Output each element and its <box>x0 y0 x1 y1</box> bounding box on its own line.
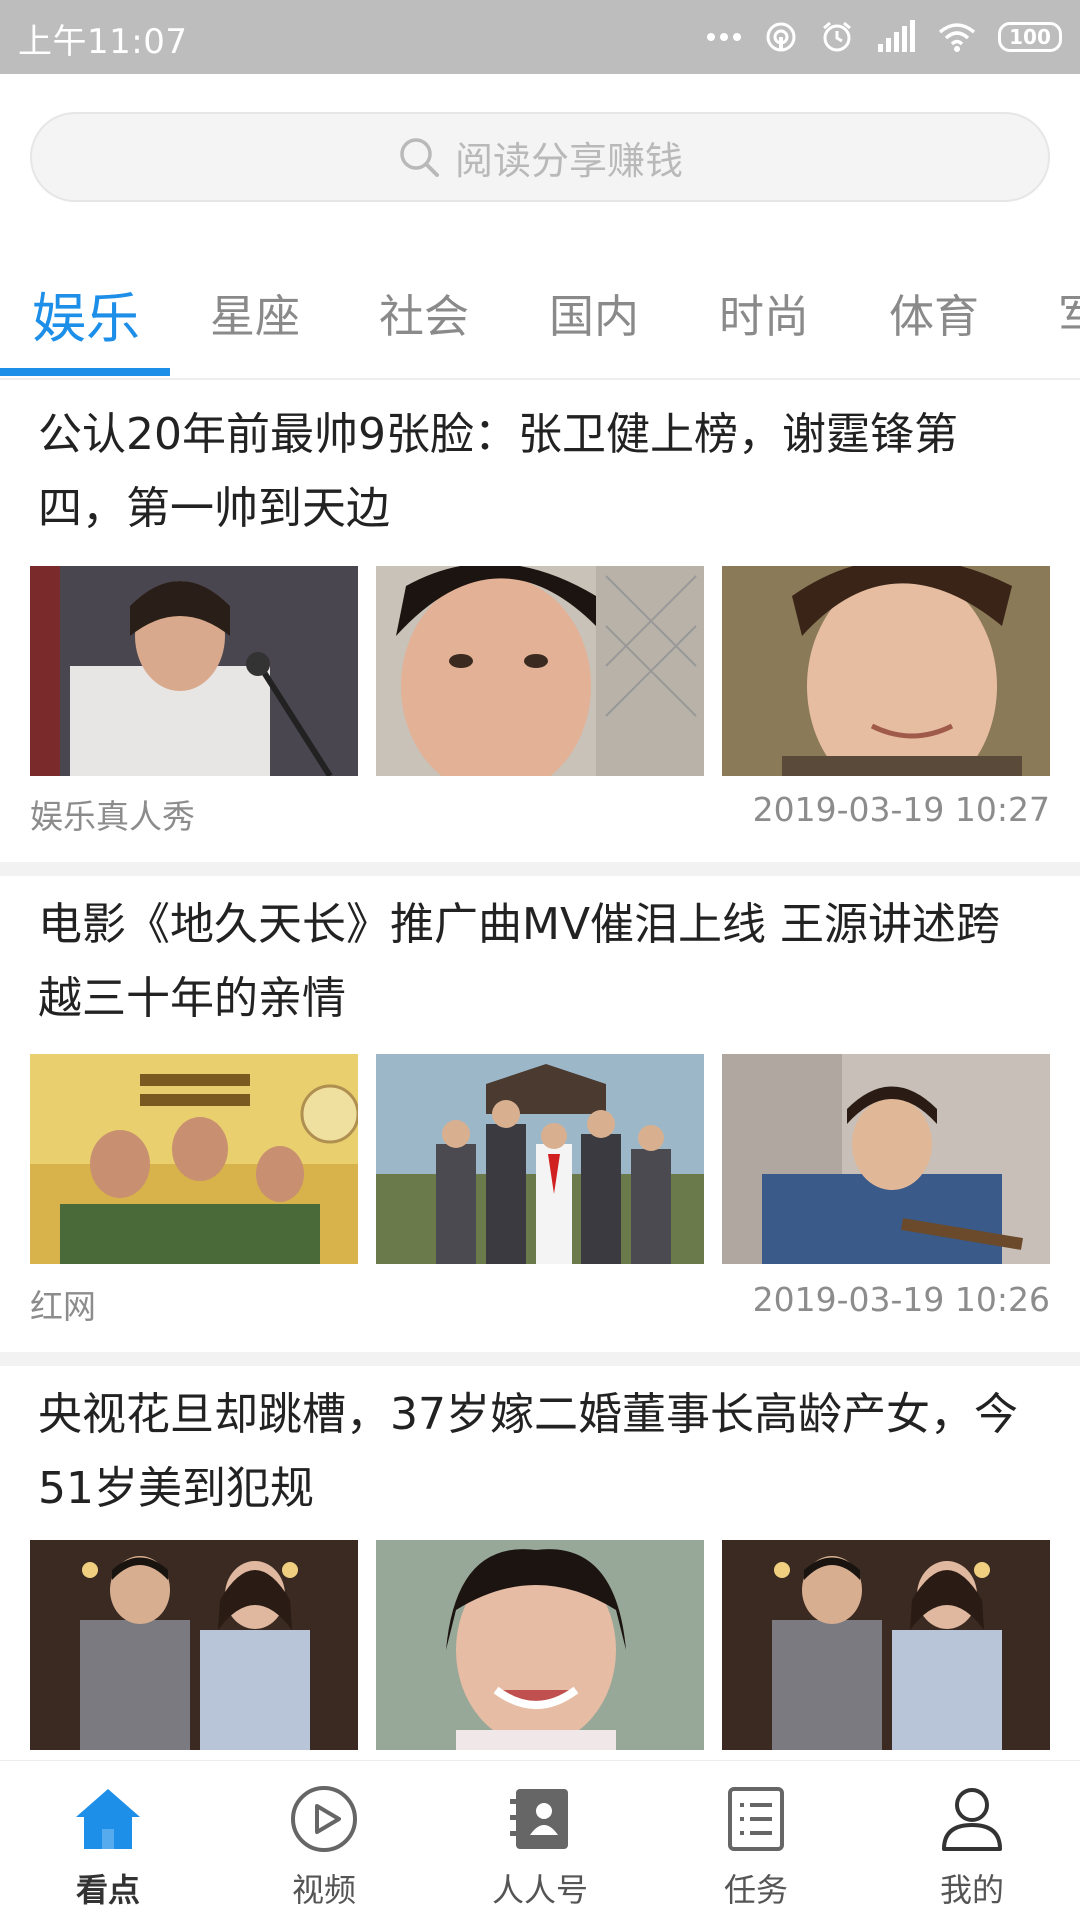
battery-level: 100 <box>998 22 1062 52</box>
nav-item-tasks[interactable]: 任务 <box>648 1761 864 1920</box>
tab-horoscope[interactable]: 星座 <box>210 280 300 345</box>
article-image <box>722 1054 1050 1264</box>
search-placeholder: 阅读分享赚钱 <box>454 138 683 183</box>
hotspot-icon <box>764 20 798 54</box>
article-time: 2019-03-19 10:26 <box>752 1280 1050 1319</box>
task-list-icon <box>728 1787 784 1851</box>
article-images <box>30 1540 1050 1750</box>
article-image <box>30 1054 358 1264</box>
home-icon <box>76 1789 140 1849</box>
article-image <box>30 1540 358 1750</box>
nav-label: 人人号 <box>491 1871 588 1909</box>
nav-item-video[interactable]: 视频 <box>216 1761 432 1920</box>
more-dots-icon <box>706 32 742 42</box>
article-images <box>30 566 1050 776</box>
article-image <box>722 1540 1050 1750</box>
search-icon <box>400 138 439 177</box>
user-profile-icon <box>942 1788 1002 1851</box>
news-article[interactable]: 央视花旦却跳槽，37岁嫁二婚董事长高龄产女，今51岁美到犯规 <box>0 1378 1080 1760</box>
news-article[interactable]: 电影《地久天长》推广曲MV催泪上线 王源讲述跨越三十年的亲情 红网 2019-0… <box>0 888 1080 1350</box>
active-tab-indicator <box>0 368 170 376</box>
nav-label: 我的 <box>939 1871 1004 1909</box>
article-title: 公认20年前最帅9张脸：张卫健上榜，谢霆锋第四，第一帅到天边 <box>38 409 958 534</box>
search-input[interactable]: 阅读分享赚钱 <box>30 112 1050 202</box>
article-title: 电影《地久天长》推广曲MV催泪上线 王源讲述跨越三十年的亲情 <box>38 899 1001 1024</box>
article-image <box>376 1540 704 1750</box>
nav-item-home[interactable]: 看点 <box>0 1761 216 1920</box>
nav-item-profile[interactable]: 我的 <box>864 1761 1080 1920</box>
status-icons: 100 <box>706 16 1062 58</box>
category-tabs: 娱乐 星座 社会 国内 时尚 体育 军 <box>0 250 1080 380</box>
nav-label: 任务 <box>723 1871 788 1909</box>
news-article[interactable]: 公认20年前最帅9张脸：张卫健上榜，谢霆锋第四，第一帅到天边 娱乐真人秀 201… <box>0 398 1080 860</box>
tab-entertainment[interactable]: 娱乐 <box>32 274 140 353</box>
hd-signal-icon <box>876 20 916 54</box>
play-circle-icon <box>291 1786 357 1852</box>
article-source: 红网 <box>30 1287 96 1326</box>
article-time: 2019-03-19 10:27 <box>752 790 1050 829</box>
wifi-icon <box>938 22 976 52</box>
divider <box>0 1352 1080 1366</box>
nav-label: 视频 <box>291 1871 356 1909</box>
contacts-book-icon <box>510 1789 568 1849</box>
article-title: 央视花旦却跳槽，37岁嫁二婚董事长高龄产女，今51岁美到犯规 <box>38 1389 1018 1514</box>
divider <box>0 862 1080 876</box>
nav-label: 看点 <box>75 1871 140 1909</box>
article-image <box>722 566 1050 776</box>
tab-sports[interactable]: 体育 <box>889 280 979 345</box>
tab-fashion[interactable]: 时尚 <box>719 280 809 345</box>
status-time: 上午11:07 <box>18 22 188 62</box>
bottom-navigation: 看点 视频 人人号 任务 我的 <box>0 1760 1080 1920</box>
article-image <box>376 566 704 776</box>
article-image <box>30 566 358 776</box>
battery-icon: 100 <box>998 22 1062 52</box>
tab-military[interactable]: 军 <box>1058 280 1080 345</box>
nav-item-renrenhao[interactable]: 人人号 <box>432 1761 648 1920</box>
tab-society[interactable]: 社会 <box>379 280 469 345</box>
status-bar: 上午11:07 100 <box>0 0 1080 74</box>
tab-domestic[interactable]: 国内 <box>549 280 639 345</box>
article-image <box>376 1054 704 1264</box>
article-images <box>30 1054 1050 1264</box>
article-source: 娱乐真人秀 <box>30 797 195 836</box>
alarm-icon <box>820 20 854 54</box>
